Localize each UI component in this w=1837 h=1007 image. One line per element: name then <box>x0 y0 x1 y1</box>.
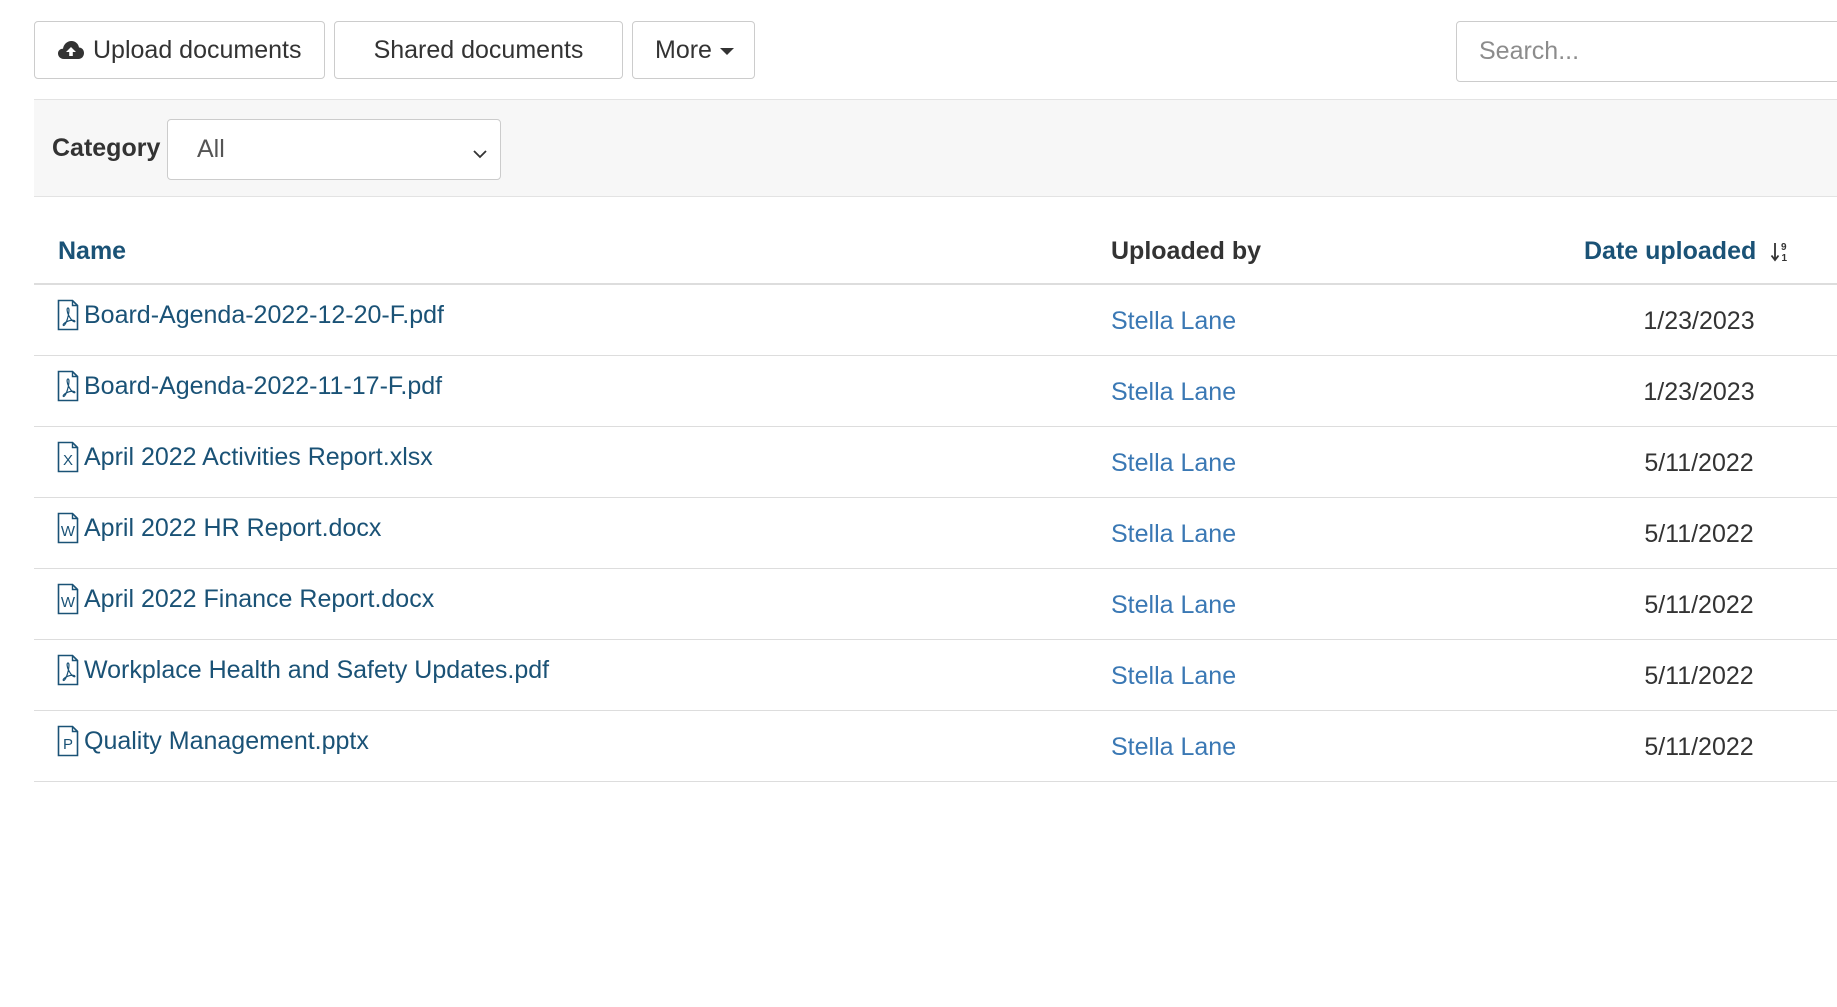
shared-documents-label: Shared documents <box>373 35 584 64</box>
table-body: Board-Agenda-2022-12-20-F.pdf Stella Lane… <box>34 285 1837 782</box>
date-uploaded: 1/23/2023 <box>1643 307 1755 335</box>
date-uploaded: 5/11/2022 <box>1644 449 1754 477</box>
cloud-upload-icon <box>57 39 85 61</box>
date-uploaded: 5/11/2022 <box>1644 733 1754 761</box>
uploaded-by-link[interactable]: Stella Lane <box>1111 307 1236 336</box>
table-row: P Quality Management.pptx Stella Lane 5/11/… <box>34 711 1837 782</box>
filter-bar: Category All <box>34 99 1837 197</box>
column-header-uploaded-by: Uploaded by <box>1111 237 1262 265</box>
table-row: Workplace Health and Safety Updates.pdf S… <box>34 640 1837 711</box>
powerpoint-file-icon: P <box>56 725 80 757</box>
date-uploaded: 5/11/2022 <box>1644 520 1754 548</box>
chevron-down-icon <box>472 140 488 169</box>
svg-text:1: 1 <box>1782 253 1788 264</box>
column-header-name[interactable]: Name <box>58 237 126 266</box>
column-header-date-uploaded[interactable]: Date uploaded 9 1 <box>1584 237 1790 266</box>
uploaded-by-link[interactable]: Stella Lane <box>1111 449 1236 478</box>
table-header: Name Uploaded by Date uploaded 9 1 <box>34 215 1837 285</box>
word-file-icon: W <box>56 512 80 544</box>
document-name: Board-Agenda-2022-11-17-F.pdf <box>84 371 443 400</box>
svg-text:9: 9 <box>1781 242 1787 253</box>
table-row: W April 2022 Finance Report.docx Stella La… <box>34 569 1837 640</box>
document-link[interactable]: X April 2022 Activities Report.xlsx <box>56 441 433 473</box>
upload-documents-button[interactable]: Upload documents <box>34 21 325 79</box>
uploaded-by-link[interactable]: Stella Lane <box>1111 662 1236 691</box>
document-link[interactable]: W April 2022 HR Report.docx <box>56 512 381 544</box>
pdf-file-icon <box>56 370 80 402</box>
document-link[interactable]: Workplace Health and Safety Updates.pdf <box>56 654 549 686</box>
more-dropdown-button[interactable]: More <box>632 21 755 79</box>
uploaded-by-link[interactable]: Stella Lane <box>1111 378 1236 407</box>
table-row: Board-Agenda-2022-12-20-F.pdf Stella Lane… <box>34 285 1837 356</box>
caret-down-icon <box>719 47 734 55</box>
document-name: Quality Management.pptx <box>84 726 369 755</box>
document-link[interactable]: Board-Agenda-2022-12-20-F.pdf <box>56 299 444 331</box>
excel-file-icon: X <box>56 441 80 473</box>
sort-numeric-desc-icon: 9 1 <box>1770 240 1790 264</box>
table-row: W April 2022 HR Report.docx Stella Lane 5/1… <box>34 498 1837 569</box>
document-link[interactable]: P Quality Management.pptx <box>56 725 369 757</box>
category-select[interactable]: All <box>167 119 501 180</box>
document-name: April 2022 Activities Report.xlsx <box>84 442 433 471</box>
pdf-file-icon <box>56 654 80 686</box>
category-selected-value: All <box>197 135 225 163</box>
more-label: More <box>655 35 712 64</box>
svg-text:W: W <box>61 594 76 611</box>
date-uploaded-label: Date uploaded <box>1584 237 1757 265</box>
uploaded-by-link[interactable]: Stella Lane <box>1111 591 1236 620</box>
document-link[interactable]: W April 2022 Finance Report.docx <box>56 583 434 615</box>
shared-documents-button[interactable]: Shared documents <box>334 21 623 79</box>
pdf-file-icon <box>56 299 80 331</box>
document-name: April 2022 Finance Report.docx <box>84 584 435 613</box>
date-uploaded: 5/11/2022 <box>1644 662 1754 690</box>
search-input[interactable] <box>1456 21 1837 82</box>
svg-text:X: X <box>63 452 73 469</box>
uploaded-by-link[interactable]: Stella Lane <box>1111 733 1236 762</box>
date-uploaded: 5/11/2022 <box>1644 591 1754 619</box>
date-uploaded: 1/23/2023 <box>1643 378 1755 406</box>
table-row: Board-Agenda-2022-11-17-F.pdf Stella Lane… <box>34 356 1837 427</box>
document-link[interactable]: Board-Agenda-2022-11-17-F.pdf <box>56 370 442 402</box>
documents-table: Name Uploaded by Date uploaded 9 1 Board… <box>34 215 1837 782</box>
category-label: Category <box>52 134 161 162</box>
uploaded-by-link[interactable]: Stella Lane <box>1111 520 1236 549</box>
document-name: April 2022 HR Report.docx <box>84 513 382 542</box>
svg-text:P: P <box>63 736 73 753</box>
svg-text:W: W <box>61 523 76 540</box>
document-name: Board-Agenda-2022-12-20-F.pdf <box>84 300 444 329</box>
document-name: Workplace Health and Safety Updates.pdf <box>84 655 550 684</box>
upload-documents-label: Upload documents <box>93 35 302 64</box>
table-row: X April 2022 Activities Report.xlsx Stella… <box>34 427 1837 498</box>
word-file-icon: W <box>56 583 80 615</box>
